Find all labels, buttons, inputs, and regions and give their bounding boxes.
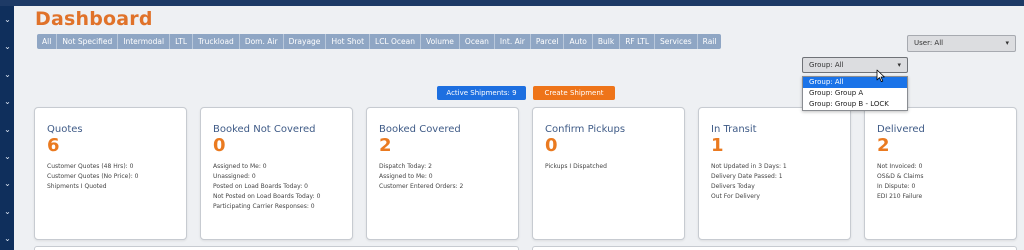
card-link[interactable]: EDI 210 Failure [877, 192, 1004, 202]
chevron-down-icon[interactable]: ⌄ [3, 42, 12, 51]
card-count: 2 [877, 135, 890, 156]
card-count: 2 [379, 135, 392, 156]
create-shipment-button[interactable]: Create Shipment [533, 86, 615, 100]
tab-dom-air[interactable]: Dom. Air [239, 34, 284, 49]
group-option-group-a[interactable]: Group: Group A [803, 88, 907, 99]
tab-intermodal[interactable]: Intermodal [118, 34, 171, 49]
chevron-down-icon: ▾ [1005, 39, 1009, 47]
tab-auto[interactable]: Auto [564, 34, 593, 49]
tab-int-air[interactable]: Int. Air [494, 34, 531, 49]
card-link[interactable]: Delivers Today [711, 182, 838, 192]
booked-covered-card[interactable]: Booked Covered 2 Dispatch Today: 2 Assig… [366, 107, 519, 240]
chevron-down-icon[interactable]: ⌄ [3, 125, 12, 134]
card-link[interactable]: Customer Quotes (48 Hrs): 0 [47, 162, 174, 172]
group-dropdown: Group: All Group: Group A Group: Group B… [802, 76, 908, 111]
delivered-card[interactable]: Delivered 2 Not Invoiced: 0 OS&D & Claim… [864, 107, 1017, 240]
group-select[interactable]: Group: All ▾ [802, 57, 908, 73]
card-link[interactable]: OS&D & Claims [877, 172, 1004, 182]
tab-not-specified[interactable]: Not Specified [57, 34, 119, 49]
booked-not-covered-card[interactable]: Booked Not Covered 0 Assigned to Me: 0 U… [200, 107, 353, 240]
group-select-value: Group: All [809, 61, 844, 69]
chevron-down-icon[interactable]: ⌄ [3, 207, 12, 216]
card-link[interactable]: Dispatch Today: 2 [379, 162, 506, 172]
tab-volume[interactable]: Volume [421, 34, 460, 49]
mouse-cursor-icon [876, 69, 885, 82]
tab-hot-shot[interactable]: Hot Shot [326, 34, 371, 49]
card-link[interactable]: Unassigned: 0 [213, 172, 340, 182]
card-title: Delivered [877, 124, 925, 135]
chevron-down-icon[interactable]: ⌄ [3, 70, 12, 79]
tab-truckload[interactable]: Truckload [193, 34, 240, 49]
active-shipments-button[interactable]: Active Shipments: 9 [437, 86, 526, 100]
left-sidebar: ⌄ ⌄ ⌄ ⌄ ⌄ ⌄ ⌄ ⌄ ⌄ [0, 6, 14, 250]
card-count: 6 [47, 135, 60, 156]
card-title: Quotes [47, 124, 83, 135]
card-link[interactable]: Not Invoiced: 0 [877, 162, 1004, 172]
chevron-down-icon[interactable]: ⌄ [3, 97, 12, 106]
card-link[interactable]: Posted on Load Boards Today: 0 [213, 182, 340, 192]
card-link[interactable]: Participating Carrier Responses: 0 [213, 202, 340, 212]
tab-ltl[interactable]: LTL [170, 34, 193, 49]
card-title: Booked Covered [379, 124, 461, 135]
card-link[interactable]: Out For Delivery [711, 192, 838, 202]
top-bar [0, 0, 1024, 6]
in-transit-card[interactable]: In Transit 1 Not Updated in 3 Days: 1 De… [698, 107, 851, 240]
card-link[interactable]: In Dispute: 0 [877, 182, 1004, 192]
tab-rail[interactable]: Rail [697, 34, 722, 49]
tab-all[interactable]: All [37, 34, 58, 49]
card-link[interactable]: Customer Entered Orders: 2 [379, 182, 506, 192]
card-link[interactable]: Assigned to Me: 0 [213, 162, 340, 172]
card-link[interactable]: Delivery Date Passed: 1 [711, 172, 838, 182]
tab-bulk[interactable]: Bulk [592, 34, 621, 49]
card-link[interactable]: Shipments I Quoted [47, 182, 174, 192]
group-option-all[interactable]: Group: All [803, 77, 907, 88]
card-title: Confirm Pickups [545, 124, 626, 135]
card-count: 1 [711, 135, 724, 156]
card-link[interactable]: Not Updated in 3 Days: 1 [711, 162, 838, 172]
card-link[interactable]: Pickups I Dispatched [545, 162, 672, 172]
quotes-card[interactable]: Quotes 6 Customer Quotes (48 Hrs): 0 Cus… [34, 107, 187, 240]
card-title: Booked Not Covered [213, 124, 316, 135]
group-option-group-b-lock[interactable]: Group: Group B - LOCK [803, 99, 907, 110]
chevron-down-icon[interactable]: ⌄ [3, 234, 12, 243]
chevron-down-icon: ▾ [897, 61, 901, 69]
card-link[interactable]: Not Posted on Load Boards Today: 0 [213, 192, 340, 202]
user-select-value: User: All [914, 39, 944, 47]
tab-rf-ltl[interactable]: RF LTL [620, 34, 656, 49]
card-count: 0 [545, 135, 558, 156]
tab-services[interactable]: Services [655, 34, 698, 49]
card-link[interactable]: Assigned to Me: 0 [379, 172, 506, 182]
lower-panel-right [532, 246, 1017, 250]
page-title: Dashboard [35, 8, 153, 30]
user-select[interactable]: User: All ▾ [907, 35, 1016, 52]
confirm-pickups-card[interactable]: Confirm Pickups 0 Pickups I Dispatched [532, 107, 685, 240]
tab-ocean[interactable]: Ocean [459, 34, 495, 49]
tab-drayage[interactable]: Drayage [283, 34, 327, 49]
card-count: 0 [213, 135, 226, 156]
lower-panel-left [34, 246, 519, 250]
chevron-down-icon[interactable]: ⌄ [3, 152, 12, 161]
tab-lcl-ocean[interactable]: LCL Ocean [370, 34, 422, 49]
mode-tabs: All Not Specified Intermodal LTL Trucklo… [37, 34, 722, 49]
chevron-down-icon[interactable]: ⌄ [3, 179, 12, 188]
chevron-down-icon[interactable]: ⌄ [3, 15, 12, 24]
card-title: In Transit [711, 124, 757, 135]
tab-parcel[interactable]: Parcel [530, 34, 565, 49]
card-link[interactable]: Customer Quotes (No Price): 0 [47, 172, 174, 182]
